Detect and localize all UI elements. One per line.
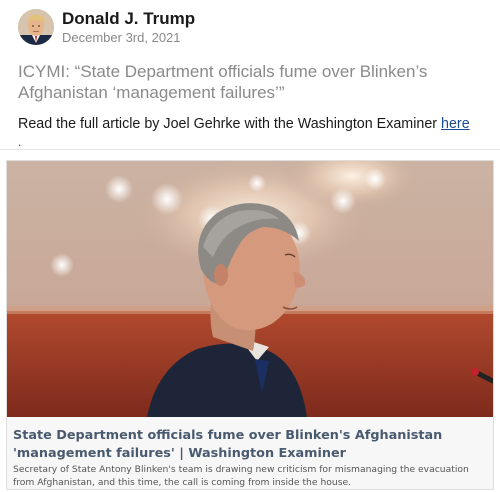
post-headline: ICYMI: “State Department officials fume … bbox=[18, 62, 428, 102]
author-name[interactable]: Donald J. Trump bbox=[62, 9, 195, 29]
link-preview-title[interactable]: State Department officials fume over Bli… bbox=[13, 427, 491, 463]
link-preview-description: Secretary of State Antony Blinken's team… bbox=[13, 464, 469, 488]
trailing-punctuation: . bbox=[18, 135, 22, 149]
post-card: Donald J. Trump December 3rd, 2021 ICYMI… bbox=[0, 0, 500, 150]
avatar-photo-icon bbox=[18, 9, 54, 45]
link-preview-card[interactable]: State Department officials fume over Bli… bbox=[6, 160, 494, 490]
post-body-text: Read the full article by Joel Gehrke wit… bbox=[18, 116, 442, 132]
preview-photo-icon bbox=[7, 161, 493, 417]
post-date: December 3rd, 2021 bbox=[62, 30, 181, 45]
post-body: Read the full article by Joel Gehrke wit… bbox=[18, 116, 488, 133]
avatar[interactable] bbox=[18, 9, 54, 45]
article-link[interactable]: here bbox=[441, 116, 470, 132]
preview-image[interactable] bbox=[7, 161, 493, 417]
